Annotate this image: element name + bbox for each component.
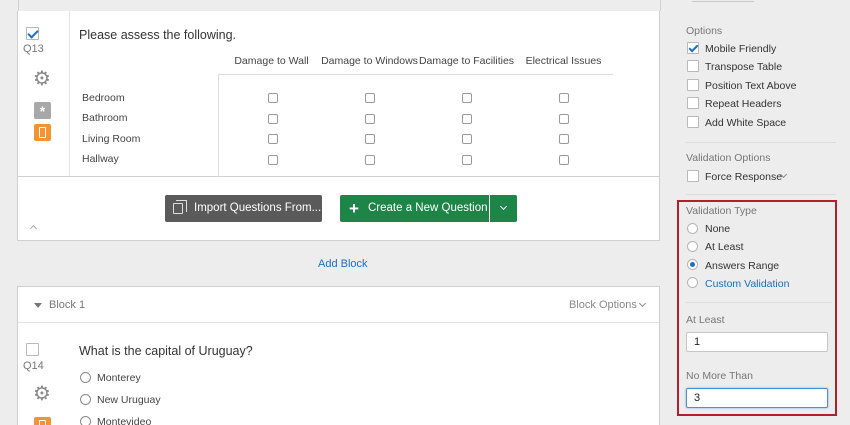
matrix-column-header: Damage to Wall: [234, 55, 309, 67]
validation-at-least-label[interactable]: At Least: [705, 241, 744, 253]
matrix-checkbox[interactable]: [268, 93, 278, 103]
matrix-checkbox[interactable]: [559, 155, 569, 165]
choice-label[interactable]: Montevideo: [97, 416, 151, 425]
block-options-label: Block Options: [569, 299, 637, 311]
matrix-checkbox[interactable]: [462, 155, 472, 165]
matrix-checkbox[interactable]: [462, 93, 472, 103]
validation-type-highlight: [677, 200, 837, 416]
gear-icon[interactable]: ⚙: [33, 384, 51, 404]
no-more-than-input[interactable]: [686, 388, 828, 408]
force-response-label[interactable]: Force Response: [705, 171, 782, 183]
question-gutter: Q14 ⚙: [18, 323, 70, 425]
matrix-checkbox[interactable]: [268, 114, 278, 124]
question-number: Q13: [23, 43, 44, 55]
block-header: Block 1 Block Options: [18, 287, 659, 323]
matrix-checkbox[interactable]: [559, 134, 569, 144]
mobile-icon[interactable]: [34, 124, 51, 141]
force-response-checkbox[interactable]: [687, 170, 699, 182]
choice-label[interactable]: Monterey: [97, 372, 141, 384]
matrix-checkbox[interactable]: [365, 114, 375, 124]
matrix-column-header: Electrical Issues: [525, 55, 602, 67]
matrix-row-label: Bathroom: [82, 112, 128, 124]
create-question-button[interactable]: + Create a New Question: [340, 195, 489, 222]
panel-divider: [686, 302, 832, 303]
matrix-row-label: Living Room: [82, 133, 141, 145]
at-least-input[interactable]: [686, 332, 828, 352]
matrix-row-label: Bedroom: [82, 92, 125, 104]
validation-answers-range-label[interactable]: Answers Range: [705, 260, 779, 272]
matrix-column-header: Damage to Facilities: [418, 55, 515, 67]
card-top-edge: [18, 0, 661, 11]
validation-custom-radio[interactable]: [687, 277, 698, 288]
validation-at-least-radio[interactable]: [687, 241, 698, 252]
triangle-down-icon[interactable]: [34, 303, 42, 308]
block-title[interactable]: Block 1: [49, 299, 85, 311]
transpose-table-label[interactable]: Transpose Table: [705, 61, 782, 73]
add-white-space-checkbox[interactable]: [687, 116, 699, 128]
repeat-headers-checkbox[interactable]: [687, 97, 699, 109]
add-white-space-label[interactable]: Add White Space: [705, 117, 786, 129]
matrix-row-divider: [218, 74, 219, 178]
question-card-q13: Q13 ⚙ * Please assess the following. Dam…: [17, 0, 661, 178]
matrix-checkbox[interactable]: [462, 134, 472, 144]
choice-radio[interactable]: [80, 394, 91, 405]
matrix-checkbox[interactable]: [365, 155, 375, 165]
validation-custom-link[interactable]: Custom Validation: [705, 278, 789, 290]
question-text[interactable]: What is the capital of Uruguay?: [79, 344, 253, 358]
mobile-friendly-checkbox[interactable]: [687, 42, 699, 54]
matrix-checkbox[interactable]: [559, 93, 569, 103]
matrix-checkbox[interactable]: [462, 114, 472, 124]
gear-icon[interactable]: ⚙: [33, 69, 51, 89]
validation-answers-range-radio[interactable]: [687, 259, 698, 270]
q13-select-checkbox[interactable]: [26, 27, 39, 40]
plus-icon: +: [349, 199, 359, 218]
add-question-area: Import Questions From... + Create a New …: [17, 177, 660, 241]
pages-icon: [173, 200, 187, 214]
no-more-than-field-label: No More Than: [686, 370, 753, 382]
position-text-above-checkbox[interactable]: [687, 79, 699, 91]
create-question-label: Create a New Question: [368, 202, 488, 214]
options-section-title: Options: [686, 25, 723, 37]
panel-top-edge: [692, 0, 754, 2]
import-questions-button[interactable]: Import Questions From...: [165, 195, 322, 222]
panel-divider: [686, 142, 836, 143]
question-gutter: Q13 ⚙ *: [18, 11, 70, 176]
collapse-block-icon[interactable]: [29, 224, 38, 233]
mobile-icon[interactable]: [34, 417, 51, 425]
block-options-button[interactable]: Block Options: [569, 299, 637, 311]
choice-label[interactable]: New Uruguay: [97, 394, 161, 406]
import-questions-label: Import Questions From...: [194, 202, 322, 214]
matrix-checkbox[interactable]: [365, 134, 375, 144]
choice-radio[interactable]: [80, 372, 91, 383]
matrix-header-divider: [218, 74, 613, 75]
chevron-down-icon[interactable]: [638, 299, 647, 308]
validation-type-title: Validation Type: [686, 205, 757, 217]
matrix-row-label: Hallway: [82, 153, 119, 165]
mobile-friendly-label[interactable]: Mobile Friendly: [705, 43, 776, 55]
validation-none-radio[interactable]: [687, 223, 698, 234]
asterisk-icon[interactable]: *: [34, 102, 51, 119]
panel-divider: [686, 194, 836, 195]
matrix-checkbox[interactable]: [559, 114, 569, 124]
validation-none-label[interactable]: None: [705, 223, 730, 235]
validation-options-title: Validation Options: [686, 152, 771, 164]
create-question-dropdown-button[interactable]: [490, 195, 517, 222]
block-card: Block 1 Block Options Q14 ⚙ What is the …: [17, 286, 660, 425]
matrix-checkbox[interactable]: [268, 134, 278, 144]
position-text-above-label[interactable]: Position Text Above: [705, 80, 796, 92]
at-least-field-label: At Least: [686, 314, 725, 326]
matrix-checkbox[interactable]: [268, 155, 278, 165]
matrix-checkbox[interactable]: [365, 93, 375, 103]
choice-radio[interactable]: [80, 416, 91, 425]
q14-select-checkbox[interactable]: [26, 343, 39, 356]
add-block-link[interactable]: Add Block: [318, 258, 368, 270]
question-text[interactable]: Please assess the following.: [79, 28, 236, 42]
repeat-headers-label[interactable]: Repeat Headers: [705, 98, 781, 110]
matrix-column-header: Damage to Windows: [321, 55, 418, 67]
question-number: Q14: [23, 360, 44, 372]
transpose-table-checkbox[interactable]: [687, 60, 699, 72]
